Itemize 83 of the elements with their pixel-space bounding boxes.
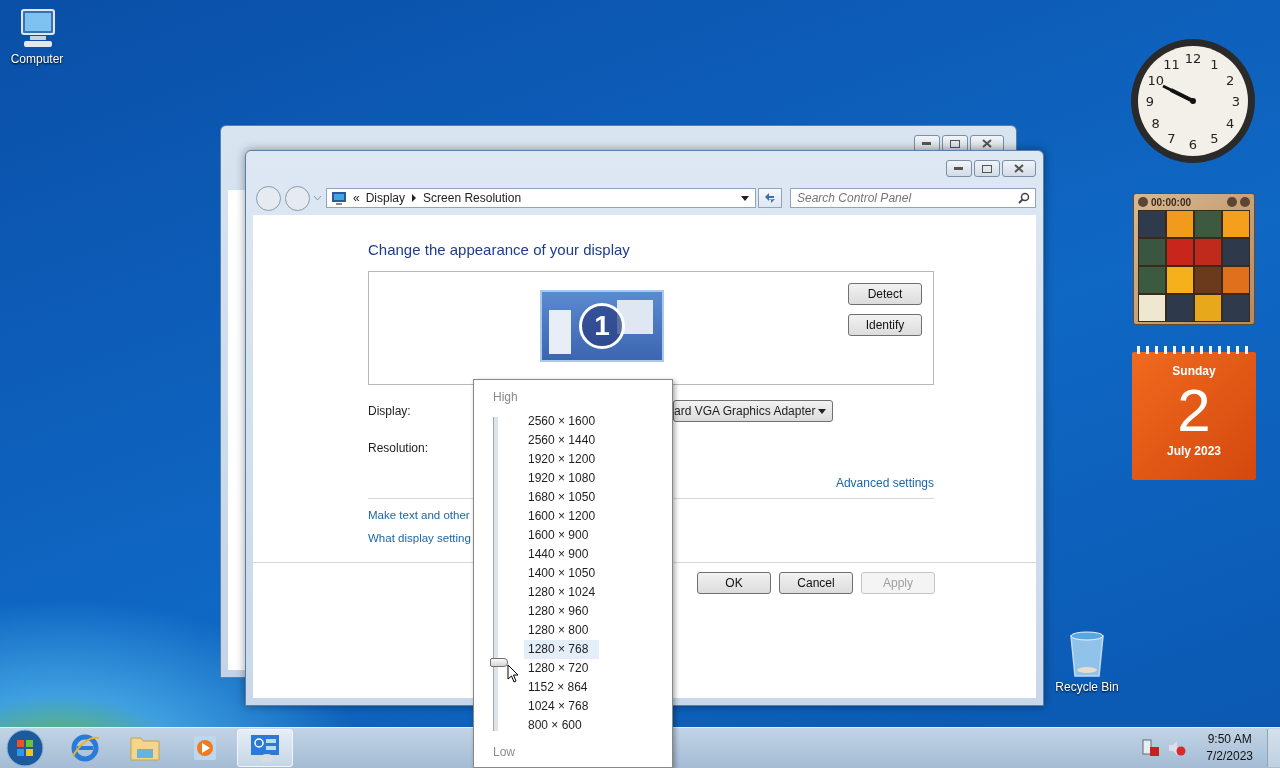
- resolution-option[interactable]: 1920 × 1080: [524, 469, 600, 488]
- clock-numeral: 7: [1167, 131, 1176, 147]
- calendar-month: July 2023: [1166, 444, 1221, 458]
- field-label: Display:: [368, 404, 412, 418]
- field-label: Resolution:: [368, 441, 430, 455]
- clock-numeral: 4: [1226, 115, 1235, 131]
- minimize-button[interactable]: [946, 160, 972, 177]
- resolution-option[interactable]: 1680 × 1050: [524, 488, 600, 507]
- page-heading: Change the appearance of your display: [368, 241, 631, 258]
- clock-numeral: 11: [1163, 56, 1180, 72]
- monitor-number: 1: [579, 303, 625, 349]
- pointer-icon: [507, 664, 519, 683]
- resolution-option[interactable]: 1600 × 1200: [524, 507, 600, 526]
- puzzle-timer: 00:00:00: [1151, 196, 1192, 208]
- network-icon[interactable]: [1142, 739, 1161, 757]
- minimize-icon: [922, 141, 932, 146]
- taskbar-date[interactable]: 7/2/2023: [1206, 748, 1253, 765]
- clock-numeral: 1: [1210, 56, 1219, 72]
- search-icon: [1018, 192, 1030, 204]
- taskbar-time[interactable]: 9:50 AM: [1207, 731, 1252, 748]
- desktop-icon-label[interactable]: Computer: [10, 52, 64, 66]
- slider-low-label: Low: [493, 745, 515, 759]
- slider-thumb[interactable]: [490, 657, 508, 667]
- help-link[interactable]: Make text and other: [368, 509, 470, 521]
- side-button[interactable]: Identify: [848, 314, 922, 336]
- clock-numeral: 9: [1145, 94, 1155, 109]
- resolution-option[interactable]: 1400 × 1050: [524, 564, 600, 583]
- clock-numeral: 8: [1151, 115, 1160, 131]
- close-icon: [1014, 164, 1024, 173]
- resolution-option[interactable]: 800 × 600: [524, 716, 600, 735]
- desktop-icon-label[interactable]: Recycle Bin: [1055, 680, 1119, 694]
- minimize-icon: [954, 166, 964, 171]
- calendar-day: 2: [1177, 378, 1211, 444]
- monitor-icon: [331, 190, 347, 206]
- caret-icon[interactable]: [741, 195, 749, 201]
- resolution-option[interactable]: 2560 × 1600: [524, 412, 600, 431]
- slider-high-label: High: [493, 390, 518, 404]
- breadcrumb-chevron[interactable]: «: [353, 191, 360, 205]
- volume-muted-icon[interactable]: [1168, 739, 1187, 757]
- clock-hands-drawing: [1162, 84, 1196, 104]
- close-icon: [982, 139, 992, 148]
- resolution-option[interactable]: 1280 × 1024: [524, 583, 600, 602]
- control-panel-icon: [249, 732, 281, 764]
- help-link[interactable]: What display setting: [368, 532, 471, 544]
- recycle-bin-icon[interactable]: [1067, 630, 1107, 678]
- display-dropdown[interactable]: ard VGA Graphics Adapter: [673, 400, 833, 422]
- resolution-option[interactable]: 1152 × 864: [524, 678, 600, 697]
- resolution-option[interactable]: 1920 × 1200: [524, 450, 600, 469]
- clock-numeral: 3: [1231, 94, 1241, 109]
- maximize-icon: [950, 139, 960, 148]
- resolution-option[interactable]: 1280 × 768: [524, 640, 600, 659]
- resolution-option[interactable]: 1280 × 800: [524, 621, 600, 640]
- browser-icon: [69, 732, 101, 764]
- advanced-settings-link[interactable]: Advanced settings: [835, 476, 934, 490]
- clock-numeral: 2: [1226, 72, 1235, 88]
- breadcrumb-item[interactable]: Display: [365, 191, 406, 205]
- resolution-option[interactable]: 1024 × 768: [524, 697, 600, 716]
- clock-numeral: 5: [1210, 131, 1219, 147]
- resolution-option[interactable]: 1280 × 960: [524, 602, 600, 621]
- address-bar[interactable]: « Display Screen Resolution: [326, 188, 756, 208]
- maximize-icon: [982, 164, 992, 173]
- resolution-option[interactable]: 2560 × 1440: [524, 431, 600, 450]
- dialog-button[interactable]: Cancel: [779, 572, 853, 594]
- search-field[interactable]: Search Control Panel: [790, 188, 1036, 208]
- resolution-option[interactable]: 1440 × 900: [524, 545, 600, 564]
- refresh-button[interactable]: [758, 188, 782, 208]
- breadcrumb-arrow-icon[interactable]: [411, 194, 418, 202]
- breadcrumb-item[interactable]: Screen Resolution: [423, 191, 522, 205]
- refresh-icon: [763, 192, 777, 204]
- clock-numeral: 6: [1188, 137, 1198, 152]
- taskbar-button[interactable]: [237, 729, 293, 767]
- clock-numeral: 12: [1184, 51, 1202, 66]
- maximize-button[interactable]: [974, 160, 1000, 177]
- caret-icon: [818, 408, 826, 414]
- start-button[interactable]: [5, 728, 45, 768]
- side-button[interactable]: Detect: [848, 283, 922, 305]
- close-button[interactable]: [1002, 160, 1036, 177]
- resolution-option[interactable]: 1600 × 900: [524, 526, 600, 545]
- resolution-option[interactable]: 1280 × 720: [524, 659, 600, 678]
- clock-numeral: 10: [1147, 72, 1165, 88]
- calendar-weekday: Sunday: [1172, 364, 1216, 378]
- dialog-button[interactable]: OK: [697, 572, 771, 594]
- monitor-tile[interactable]: 1: [540, 290, 664, 362]
